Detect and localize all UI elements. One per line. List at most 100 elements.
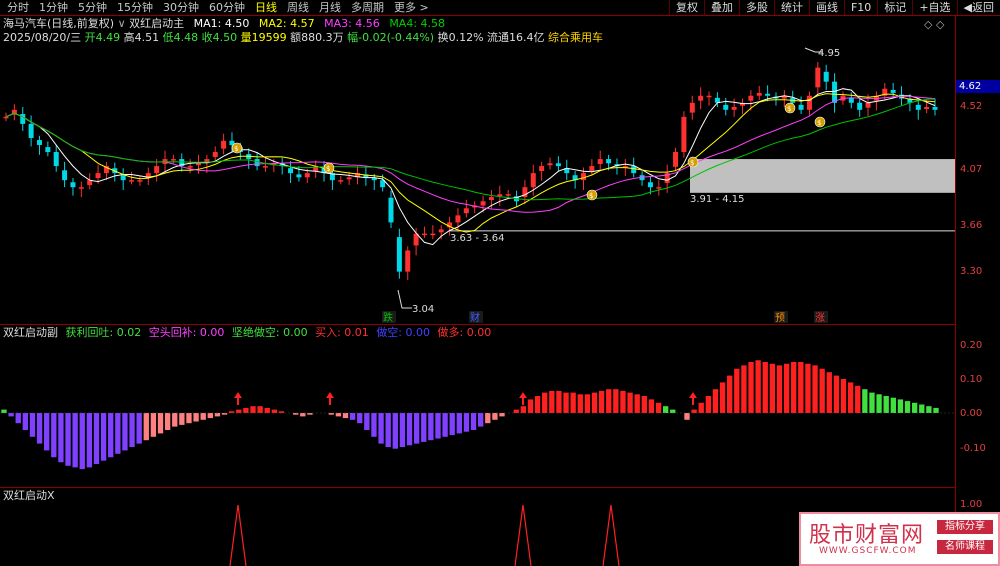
buy-arrow-icon [326,392,334,405]
signal-marker-2: 预 [775,312,785,324]
candle-body [154,166,160,174]
low-pointer [397,289,412,309]
candle-body [28,123,34,138]
candle-body [555,163,561,167]
candle-body [70,182,76,188]
candle-body [488,197,494,201]
candle-body [45,147,51,153]
candle-body [170,159,176,161]
y-tick-main-2: 3.66 [960,220,983,231]
candle-body [95,173,101,179]
candle-body [681,116,687,153]
candle-body [405,250,411,272]
candle-body [421,233,427,236]
y-tick-main-3: 3.30 [960,266,983,277]
candle-body [848,97,854,103]
money-bag-icon-glyph: $ [234,145,238,153]
candle-body [806,95,812,110]
y-tick-ind1-1: 0.10 [960,374,983,385]
buy-arrow-icon [234,392,242,405]
candle-body [212,152,218,157]
money-bag-icon-glyph: $ [690,159,694,167]
candle-body [580,173,586,181]
candle-body [137,180,143,182]
y-tick-ind1-0: 0.20 [960,340,983,351]
candle-body [547,163,553,166]
candle-body [815,67,821,88]
candle-body [129,180,135,182]
y-tick-ind2-0: 1.00 [960,499,983,510]
candle-body [924,107,930,109]
candle-body [438,229,444,233]
money-bag-icon-glyph: $ [589,192,593,200]
candle-body [338,180,344,182]
candle-body [36,140,42,145]
candle-body [698,95,704,101]
candle-body [706,95,712,98]
candle-body [480,201,486,206]
y-tick-ind1-2: 0.00 [960,408,983,419]
candle-body [890,89,896,93]
candle-body [673,152,679,167]
y-tick-main-1: 4.07 [960,164,983,175]
candle-body [78,187,84,189]
candle-body [765,93,771,96]
spike-signal [514,504,532,566]
buy-arrow-icon [689,392,697,405]
candle-body [932,107,938,110]
candle-body [221,140,227,149]
candle-body [832,81,838,103]
watermark-url: WWW.GSCFW.COM [819,546,917,556]
candle-body [20,114,26,124]
candle-body [455,215,461,223]
y-tick-main-0: 4.52 [960,101,983,112]
candle-body [865,102,871,108]
candle-body [3,116,9,119]
candle-body [756,92,762,96]
watermark-title: 股市财富网 [809,523,925,548]
candle-body [915,104,921,110]
spike-signal [602,504,620,566]
money-bag-icon-glyph: $ [787,105,791,113]
candle-body [631,166,637,174]
candle-body [656,187,662,189]
y-axis-divider [955,16,956,566]
candle-body [689,102,695,113]
watermark-tag-course: 名师课程 [937,540,993,554]
high-annotation: 4.95 [818,48,840,59]
candle-body [530,173,536,188]
money-bag-icon-glyph: $ [817,119,821,127]
candle-body [731,107,737,110]
low-annotation: 3.04 [412,304,434,315]
candle-body [798,104,804,110]
back-button[interactable]: ◀返回 [956,0,1000,15]
current-price-tag: 4.62 [956,80,1000,93]
candle-body [304,173,310,178]
candle-body [463,208,469,214]
candle-body [597,159,603,164]
candle-body [262,166,268,168]
candle-body [589,166,595,172]
range-b-annotation: 3.91 - 4.15 [690,194,745,205]
candle-body [396,237,402,272]
candle-body [748,95,754,101]
candle-body [505,194,511,196]
candle-body [62,170,68,181]
signal-marker-1: 财 [470,311,480,324]
y-tick-ind1-3: -0.10 [960,443,986,454]
watermark-tag-share: 指标分享 [937,520,993,534]
candle-body [539,166,545,172]
candle-body [254,159,260,167]
ma3-line [5,95,936,213]
spike-signal [229,504,247,566]
candle-body [647,182,653,188]
candle-body [195,163,201,166]
candle-body [187,166,193,168]
range-a-annotation: 3.63 - 3.64 [450,233,505,244]
chart-svg[interactable]: 4.95 3.04 3.63 - 3.64 3.91 - 4.15 跌 财 预 涨 $ $ $ $ $ $ [0,0,955,566]
candle-body [346,177,352,180]
candle-body [388,197,394,223]
candle-body [296,174,302,178]
watermark-logo: 股市财富网 WWW.GSCFW.COM 指标分享 名师课程 [799,512,1000,566]
price-zone-box [690,159,955,193]
